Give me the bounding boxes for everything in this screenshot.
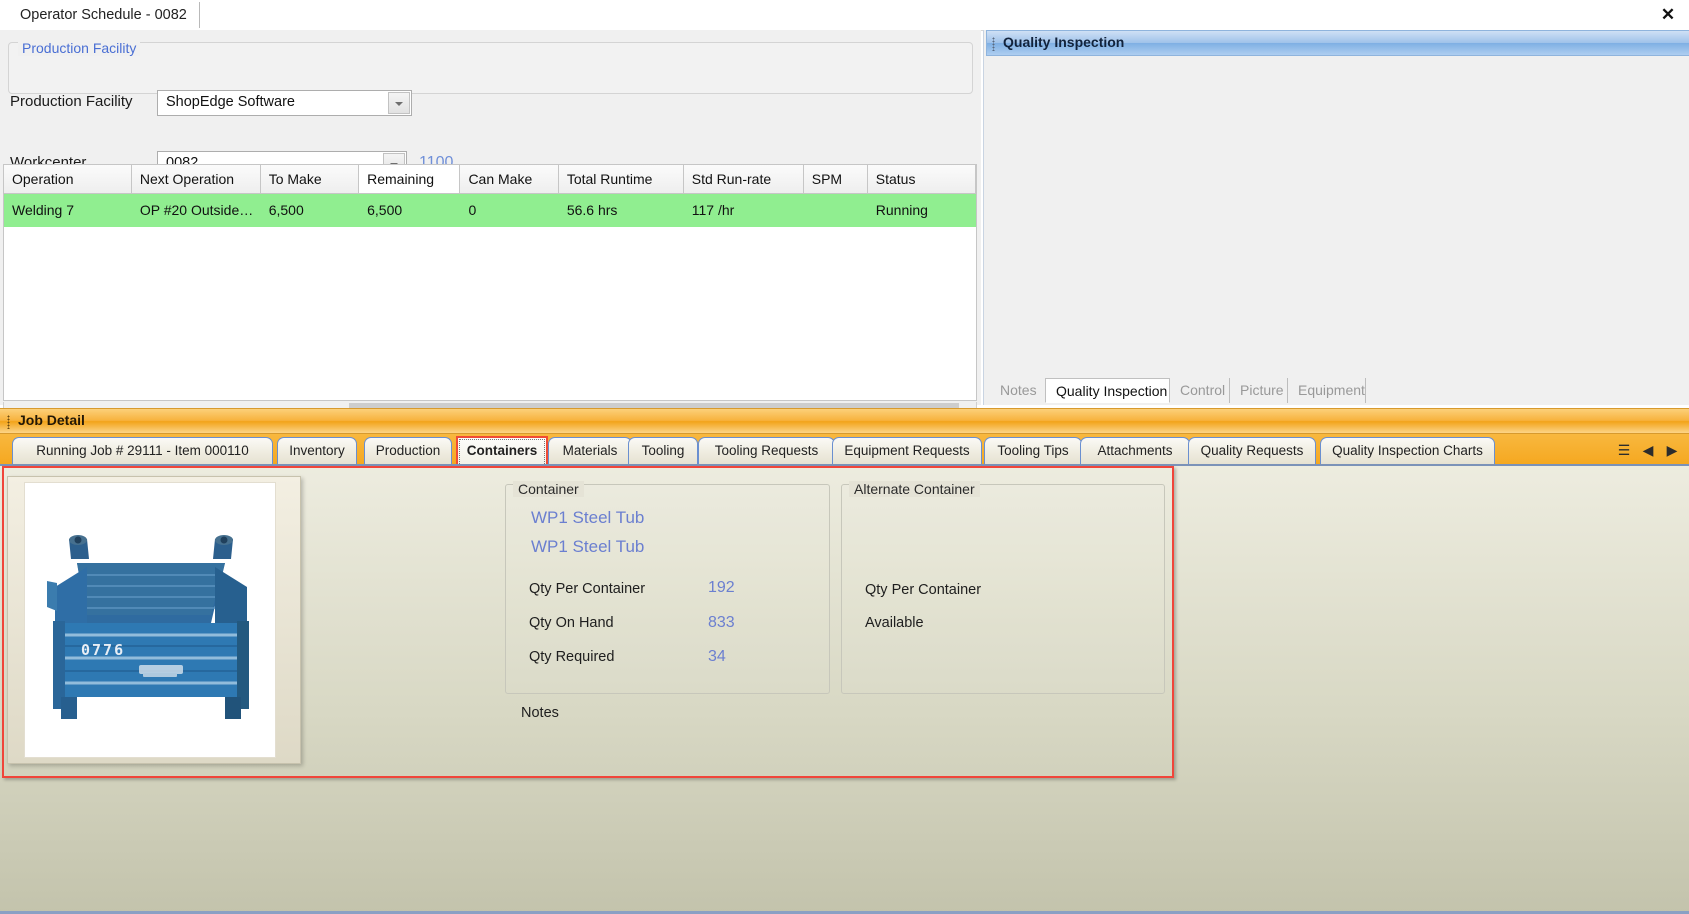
container-photo-frame[interactable]: 0776 bbox=[7, 476, 301, 764]
job-detail-tab-nav: ☰ ◀ ▶ bbox=[1611, 438, 1685, 462]
container-name-line1: WP1 Steel Tub bbox=[531, 508, 645, 527]
qi-tab-notes[interactable]: Notes bbox=[990, 378, 1045, 403]
cell-std-run-rate: 117 /hr bbox=[691, 202, 735, 218]
tab-production[interactable]: Production bbox=[364, 437, 452, 464]
tab-quality-inspection-charts[interactable]: Quality Inspection Charts bbox=[1320, 437, 1495, 464]
production-facility-select[interactable]: ShopEdge Software bbox=[157, 90, 412, 116]
tab-tooling-tips[interactable]: Tooling Tips bbox=[984, 437, 1082, 464]
column-header-std-run-rate[interactable]: Std Run-rate bbox=[683, 165, 804, 193]
production-facility-label: Production Facility bbox=[10, 93, 133, 110]
job-detail-tabstrip: Running Job # 29111 - Item 000110 Invento… bbox=[0, 434, 1689, 464]
schedule-grid-body: Welding 7 OP #20 Outside… 6,500 6,500 0 56.6 … bbox=[4, 194, 976, 227]
tab-materials[interactable]: Materials bbox=[548, 437, 632, 464]
job-detail-title: Job Detail bbox=[18, 412, 85, 428]
cell-next-operation: OP #20 Outside… bbox=[139, 202, 254, 218]
schedule-grid-empty-area bbox=[4, 227, 976, 400]
quality-inspection-title: Quality Inspection bbox=[1003, 34, 1125, 50]
tab-inventory[interactable]: Inventory bbox=[277, 437, 357, 464]
tab-attachments[interactable]: Attachments bbox=[1080, 437, 1190, 464]
qi-tab-quality-inspection[interactable]: Quality Inspection bbox=[1045, 378, 1170, 403]
cell-can-make: 0 bbox=[468, 202, 477, 218]
tab-label: Containers bbox=[459, 439, 545, 464]
window-tab-operator-schedule[interactable]: Operator Schedule - 0082 bbox=[8, 2, 200, 28]
drag-handle-icon[interactable] bbox=[7, 415, 10, 429]
column-header-spm[interactable]: SPM bbox=[803, 165, 868, 193]
container-photo: 0776 bbox=[24, 482, 276, 758]
table-row[interactable]: Welding 7 OP #20 Outside… 6,500 6,500 0 56.6 … bbox=[4, 194, 976, 227]
tab-prev-icon[interactable]: ◀ bbox=[1637, 438, 1659, 462]
window-tab-bar: Operator Schedule - 0082 ✕ bbox=[0, 0, 1689, 31]
quality-inspection-body bbox=[986, 56, 1689, 378]
container-qty-on-hand-value: 833 bbox=[708, 614, 735, 631]
operator-schedule-panel: Production Facility Production Facility … bbox=[0, 30, 981, 424]
svg-text:0776: 0776 bbox=[81, 641, 125, 659]
quality-inspection-panel: Quality Inspection Notes Quality Inspecti… bbox=[983, 30, 1689, 405]
qi-tab-equipment[interactable]: Equipment bbox=[1288, 378, 1366, 403]
container-name-line2: WP1 Steel Tub bbox=[531, 537, 645, 556]
close-icon[interactable]: ✕ bbox=[1657, 4, 1679, 26]
column-header-remaining[interactable]: Remaining bbox=[359, 165, 461, 193]
production-facility-group bbox=[8, 42, 973, 94]
container-qty-required-value: 34 bbox=[708, 648, 726, 665]
tab-containers[interactable]: Containers bbox=[456, 436, 548, 464]
column-header-total-runtime[interactable]: Total Runtime bbox=[558, 165, 684, 193]
column-header-status[interactable]: Status bbox=[867, 165, 976, 193]
qi-tab-control[interactable]: Control bbox=[1170, 378, 1230, 403]
production-facility-value: ShopEdge Software bbox=[166, 94, 295, 110]
cell-total-runtime: 56.6 hrs bbox=[566, 202, 618, 218]
column-header-operation[interactable]: Operation bbox=[4, 165, 132, 193]
tab-equipment-requests[interactable]: Equipment Requests bbox=[832, 437, 982, 464]
production-facility-group-legend: Production Facility bbox=[18, 40, 141, 56]
qi-tab-picture[interactable]: Picture bbox=[1230, 378, 1288, 403]
quality-inspection-titlebar: Quality Inspection bbox=[986, 30, 1689, 56]
schedule-grid[interactable]: Operation Next Operation To Make Remaining C… bbox=[3, 164, 977, 401]
tab-tooling-requests[interactable]: Tooling Requests bbox=[698, 437, 835, 464]
container-qty-per-container-label: Qty Per Container bbox=[529, 581, 646, 597]
column-header-to-make[interactable]: To Make bbox=[260, 165, 360, 193]
tab-next-icon[interactable]: ▶ bbox=[1661, 438, 1683, 462]
column-header-can-make[interactable]: Can Make bbox=[460, 165, 559, 193]
cell-spm bbox=[804, 194, 868, 227]
container-group-legend: Container bbox=[513, 481, 584, 497]
job-detail-titlebar: Job Detail bbox=[0, 408, 1689, 434]
cell-status: Running bbox=[875, 202, 928, 218]
quality-inspection-tabstrip: Notes Quality Inspection Control Picture Equ… bbox=[986, 378, 1689, 404]
schedule-grid-header: Operation Next Operation To Make Remaining C… bbox=[4, 165, 976, 194]
cell-remaining: 6,500 bbox=[367, 202, 403, 218]
alternate-available-label: Available bbox=[865, 615, 924, 631]
job-detail-tabs: Running Job # 29111 - Item 000110 Invento… bbox=[0, 434, 1610, 464]
notes-label: Notes bbox=[521, 705, 559, 721]
tab-tooling[interactable]: Tooling bbox=[628, 437, 698, 464]
alternate-container-group-legend: Alternate Container bbox=[849, 481, 980, 497]
application-window: Operator Schedule - 0082 ✕ Production Fa… bbox=[0, 0, 1689, 914]
container-qty-on-hand-label: Qty On Hand bbox=[529, 615, 614, 631]
container-qty-required-label: Qty Required bbox=[529, 649, 615, 665]
tab-running-job-29111-item-000110[interactable]: Running Job # 29111 - Item 000110 bbox=[12, 437, 273, 464]
cell-to-make: 6,500 bbox=[268, 202, 304, 218]
cell-operation: Welding 7 bbox=[12, 202, 75, 218]
alternate-qty-per-container-label: Qty Per Container bbox=[865, 582, 982, 598]
tab-quality-requests[interactable]: Quality Requests bbox=[1188, 437, 1316, 464]
column-header-next-operation[interactable]: Next Operation bbox=[131, 165, 261, 193]
drag-handle-icon[interactable] bbox=[992, 37, 995, 51]
container-qty-per-container-value: 192 bbox=[708, 579, 735, 596]
tab-list-menu-icon[interactable]: ☰ bbox=[1613, 438, 1635, 462]
chevron-down-icon[interactable] bbox=[388, 92, 410, 114]
